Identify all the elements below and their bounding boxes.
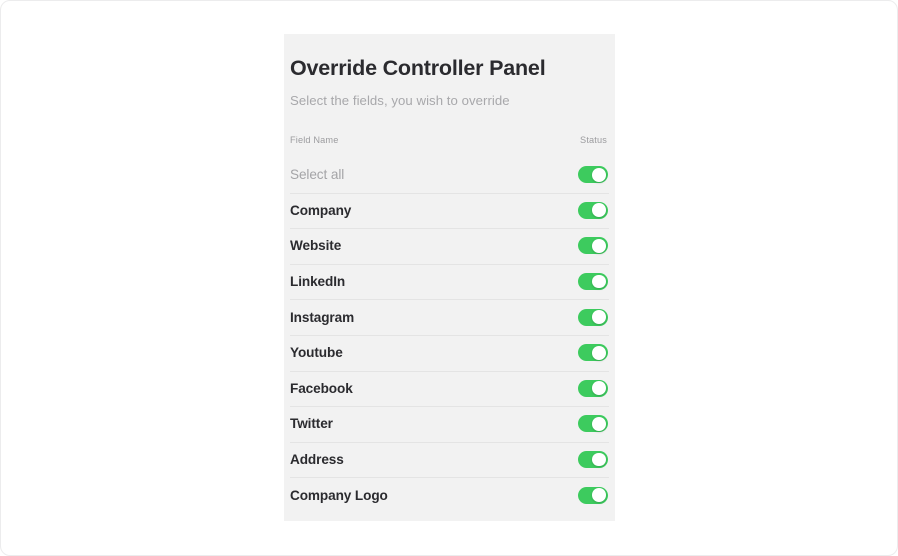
status-toggle[interactable]: [578, 237, 608, 255]
table-row[interactable]: Website: [290, 228, 609, 264]
toggle-knob-icon: [592, 381, 607, 396]
field-label: Company: [290, 202, 352, 218]
toggle-knob-icon: [592, 345, 607, 360]
panel-subtitle: Select the fields, you wish to override: [290, 92, 510, 108]
status-toggle[interactable]: [578, 486, 608, 504]
table-row[interactable]: Company: [290, 192, 609, 229]
field-label: LinkedIn: [290, 274, 346, 290]
status-toggle[interactable]: [578, 379, 608, 397]
field-label: Company Logo: [290, 487, 388, 503]
toggle-knob-icon: [592, 488, 607, 502]
page-canvas: Override Controller Panel Select the fie…: [0, 0, 898, 556]
field-label: Website: [290, 238, 342, 254]
status-toggle[interactable]: [578, 344, 608, 362]
toggle-knob-icon: [592, 274, 607, 289]
field-label: Select all: [290, 167, 345, 183]
toggle-knob-icon: [592, 310, 607, 325]
page-title: Override Controller Panel: [290, 56, 546, 80]
field-label: Twitter: [290, 416, 333, 432]
field-label: Instagram: [290, 309, 355, 325]
toggle-knob-icon: [592, 452, 607, 467]
status-toggle[interactable]: [578, 201, 608, 219]
status-toggle[interactable]: [578, 308, 608, 326]
field-label: Facebook: [290, 380, 353, 396]
table-row[interactable]: Company Logo: [290, 477, 609, 513]
toggle-knob-icon: [592, 167, 607, 182]
toggle-knob-icon: [592, 203, 607, 218]
table-row[interactable]: Instagram: [290, 299, 609, 335]
field-label: Youtube: [290, 345, 343, 361]
table-row[interactable]: Address: [290, 441, 609, 478]
toggle-knob-icon: [592, 417, 607, 431]
override-controller-panel: Override Controller Panel Select the fie…: [284, 34, 615, 521]
field-label: Address: [290, 452, 344, 467]
table-row[interactable]: Facebook: [290, 370, 609, 407]
toggle-knob-icon: [592, 239, 607, 253]
status-toggle[interactable]: [578, 451, 608, 468]
table-row[interactable]: Select all: [290, 157, 609, 193]
status-toggle[interactable]: [578, 273, 608, 291]
column-header-status: Status: [580, 134, 607, 145]
table-row[interactable]: LinkedIn: [290, 263, 609, 300]
status-toggle[interactable]: [578, 415, 608, 433]
panel-content: Override Controller Panel Select the fie…: [284, 34, 615, 513]
status-toggle[interactable]: [578, 166, 608, 184]
field-list: Select all Company Website LinkedIn Instagra…: [290, 157, 609, 513]
column-header-field-name: Field Name: [290, 134, 339, 145]
column-header-row: Field Name Status: [290, 109, 609, 145]
table-row[interactable]: Youtube: [290, 334, 609, 371]
table-row[interactable]: Twitter: [290, 406, 609, 442]
